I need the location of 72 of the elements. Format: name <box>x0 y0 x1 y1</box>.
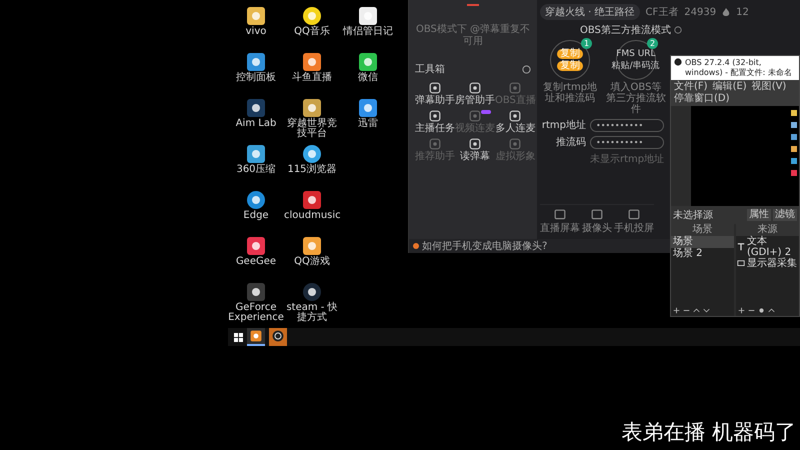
plus-icon[interactable] <box>673 307 680 314</box>
menu-item[interactable]: 视图(V) <box>752 81 786 93</box>
chevron-down-icon[interactable] <box>703 307 710 314</box>
menu-item[interactable]: 停靠窗口(D) <box>674 93 730 105</box>
plus-icon[interactable] <box>738 307 745 314</box>
input-field[interactable]: •••••••••• <box>590 118 664 132</box>
taskbar-app[interactable] <box>269 328 287 346</box>
tool-item[interactable]: 弹幕助手 <box>415 82 455 106</box>
desktop-icon-label: Edge <box>242 211 270 221</box>
step-text: FMS URL <box>616 50 656 58</box>
desktop-icon-label: cloudmusic <box>284 211 340 221</box>
room-id: 24939 <box>684 6 716 18</box>
desktop-icon-label: 斗鱼直播 <box>291 73 333 83</box>
source-option[interactable]: 直播屏幕 <box>540 209 580 235</box>
tool-item[interactable]: 读弹幕 <box>455 138 495 162</box>
window-title: OBS 27.2.4 (32-bit, windows) - 配置文件: 未命名 <box>685 58 793 78</box>
text-icon <box>737 243 745 251</box>
desktop-icon-label: GeForce Experience <box>228 303 284 323</box>
step-number: 1 <box>581 38 592 49</box>
menu-item[interactable]: 编辑(E) <box>712 81 747 93</box>
status-text: 未选择源 <box>673 208 714 222</box>
windows-start-icon[interactable] <box>234 332 243 342</box>
field-label: rtmp地址 <box>540 118 586 132</box>
toolbox-title: 工具箱 <box>415 63 445 76</box>
tool-item[interactable]: 多人连麦 <box>495 110 536 134</box>
desktop-icon-label: 360压缩 <box>235 165 277 175</box>
desktop-icon-label: 迅雷 <box>357 119 379 129</box>
tool-item[interactable]: 房管助手 <box>455 82 495 106</box>
desktop-icon-label: 微信 <box>357 73 379 83</box>
step-number: 2 <box>647 38 658 49</box>
desktop-icon-label: vivo <box>244 27 268 37</box>
minus-icon[interactable] <box>683 307 690 314</box>
desktop-icon-label: steam - 快捷方式 <box>285 303 339 323</box>
notice-text: OBS模式下 @弹幕重复不可用 <box>415 24 531 48</box>
source-option[interactable]: 摄像头 <box>582 209 612 235</box>
menu-item[interactable]: 文件(F) <box>674 81 708 93</box>
mode-title: OBS第三方推流模式 <box>580 24 671 37</box>
source-item[interactable]: 显示器采集 <box>747 258 797 269</box>
minus-icon[interactable] <box>748 307 755 314</box>
toolbar-button[interactable]: 属性 <box>747 209 771 221</box>
toolbar-button[interactable]: 滤镜 <box>773 209 797 221</box>
tool-item[interactable]: 主播任务 <box>415 110 455 134</box>
tab-indicator <box>467 4 479 6</box>
chevron-up-icon[interactable] <box>768 307 775 314</box>
input-field[interactable]: •••••••••• <box>590 136 664 148</box>
desktop-icon-label: 穿越世界竞技平台 <box>286 119 338 139</box>
taskbar-app[interactable] <box>247 328 265 346</box>
source-option[interactable]: 手机投屏 <box>614 209 654 235</box>
video-subtitle: 表弟在播 机器码了 <box>621 419 796 446</box>
fan-count: 12 <box>736 6 749 18</box>
scene-item[interactable]: 场景 2 <box>671 248 734 260</box>
panel-header: 来源 <box>736 224 799 236</box>
category-text: CF王者 <box>646 6 678 19</box>
desktop-icon-label: QQ游戏 <box>293 257 331 267</box>
desktop-icon-label: Aim Lab <box>234 119 278 129</box>
panel-header: 场景 <box>671 224 734 236</box>
step-caption: 复制rtmp地址和推流码 <box>542 82 598 104</box>
desktop-icon-label: 情侣管日记 <box>342 27 394 37</box>
desktop-icon-label: GeeGee <box>234 257 278 267</box>
desktop-icon-label: QQ音乐 <box>293 27 331 37</box>
step-text: 粘贴/串码流 <box>612 62 660 70</box>
info-dot-icon <box>413 243 419 249</box>
desktop-icon-label: 115浏览器 <box>286 165 338 175</box>
step-caption: 填入OBS等第三方推流软件 <box>606 82 666 115</box>
source-item[interactable]: 文本 (GDI+) 2 <box>747 236 799 258</box>
circle-icon[interactable] <box>522 64 531 74</box>
room-title[interactable]: 穿越火线 · 绝王路径 <box>540 4 640 20</box>
field-label: 推流码 <box>555 136 586 149</box>
chevron-up-icon[interactable] <box>693 307 700 314</box>
desktop-icon-label: 控制面板 <box>235 73 277 83</box>
hint-text: 未显示rtmp地址 <box>590 152 664 166</box>
scene-item[interactable]: 场景 <box>671 236 734 248</box>
